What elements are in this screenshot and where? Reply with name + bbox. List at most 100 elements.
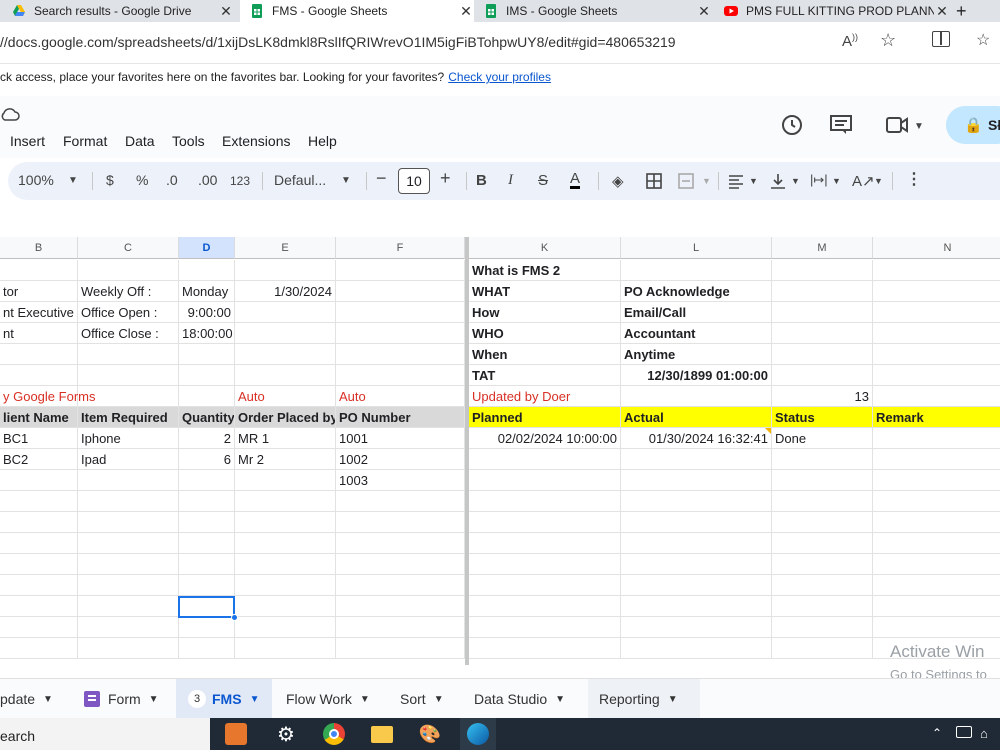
grid-cell[interactable] <box>873 260 1000 281</box>
grid-cell[interactable] <box>235 470 336 491</box>
grid-cell[interactable] <box>772 281 873 302</box>
grid-cell[interactable] <box>0 260 78 281</box>
number-format-button[interactable]: 123 <box>230 174 250 188</box>
taskbar-search[interactable]: earch <box>0 718 210 750</box>
cell-l5[interactable]: Anytime <box>621 344 772 365</box>
grid-cell[interactable] <box>873 512 1000 533</box>
cell-qty[interactable]: 2 <box>179 428 235 449</box>
grid-cell[interactable] <box>469 554 621 575</box>
grid-cell[interactable] <box>179 617 235 638</box>
new-tab-button[interactable]: + <box>956 0 980 22</box>
grid-cell[interactable] <box>772 617 873 638</box>
cell-b7[interactable]: y Google Forms <box>0 386 179 407</box>
grid-cell[interactable] <box>78 260 179 281</box>
menu-data[interactable]: Data <box>125 133 155 149</box>
cell-item[interactable]: Ipad <box>78 449 179 470</box>
column-header-b[interactable]: B <box>0 237 78 259</box>
text-wrapping-icon[interactable]: |↦| <box>810 172 828 188</box>
header-order-placed-by[interactable]: Order Placed by <box>235 407 336 428</box>
chevron-down-icon[interactable]: ▼ <box>68 175 78 186</box>
grid-cell[interactable] <box>621 617 772 638</box>
increase-font-size-button[interactable]: + <box>440 168 451 189</box>
cell-k7[interactable]: Updated by Doer <box>469 386 621 407</box>
cell-c3[interactable]: Office Open : <box>78 302 179 323</box>
grid-cell[interactable] <box>78 344 179 365</box>
grid-cell[interactable] <box>621 575 772 596</box>
grid-cell[interactable] <box>336 596 465 617</box>
grid-cell[interactable] <box>179 344 235 365</box>
comments-icon[interactable] <box>830 115 852 135</box>
header-planned[interactable]: Planned <box>469 407 621 428</box>
chevron-down-icon[interactable]: ▼ <box>250 694 260 705</box>
grid-cell[interactable] <box>336 323 465 344</box>
cell-b4[interactable]: nt <box>0 323 78 344</box>
grid-cell[interactable] <box>469 638 621 659</box>
grid-cell[interactable] <box>772 302 873 323</box>
grid-cell[interactable] <box>0 344 78 365</box>
header-actual[interactable]: Actual <box>621 407 772 428</box>
close-icon[interactable]: ✕ <box>218 3 234 20</box>
grid-cell[interactable] <box>235 365 336 386</box>
grid-cell[interactable] <box>235 575 336 596</box>
grid-cell[interactable] <box>469 596 621 617</box>
grid-cell[interactable] <box>873 554 1000 575</box>
grid-cell[interactable] <box>469 491 621 512</box>
grid-cell[interactable] <box>179 491 235 512</box>
sheet-tab-fms[interactable]: 3 FMS ▼ <box>176 679 272 719</box>
chevron-down-icon[interactable]: ▼ <box>149 694 159 705</box>
file-explorer-icon[interactable] <box>364 718 400 750</box>
grid-cell[interactable] <box>336 365 465 386</box>
italic-button[interactable]: I <box>508 172 513 189</box>
zoom-select[interactable]: 100% <box>18 172 54 188</box>
grid-cell[interactable] <box>179 638 235 659</box>
cell-k6[interactable]: TAT <box>469 365 621 386</box>
grid-cell[interactable] <box>0 365 78 386</box>
increase-decimal-button[interactable]: .00 <box>198 172 217 188</box>
menu-tools[interactable]: Tools <box>172 133 205 149</box>
font-family-select[interactable]: Defaul... <box>274 172 326 188</box>
grid-cell[interactable] <box>772 470 873 491</box>
grid-cell[interactable] <box>78 638 179 659</box>
cell-c4[interactable]: Office Close : <box>78 323 179 344</box>
grid-cell[interactable] <box>235 323 336 344</box>
grid-cell[interactable] <box>179 365 235 386</box>
chrome-icon[interactable] <box>316 718 352 750</box>
menu-format[interactable]: Format <box>63 133 107 149</box>
column-header-n[interactable]: N <box>873 237 1000 259</box>
decrease-decimal-button[interactable]: .0 <box>166 172 178 188</box>
close-icon[interactable]: ✕ <box>458 3 474 20</box>
edge-icon[interactable] <box>460 718 496 750</box>
grid-cell[interactable] <box>78 512 179 533</box>
grid-cell[interactable] <box>873 386 1000 407</box>
sheet-tab-update[interactable]: pdate ▼ <box>0 679 70 719</box>
browser-tab-drive[interactable]: Search results - Google Drive ✕ <box>8 0 234 22</box>
cell-d3[interactable]: 9:00:00 <box>179 302 235 323</box>
chevron-down-icon[interactable]: ▼ <box>702 176 711 186</box>
grid-cell[interactable] <box>0 470 78 491</box>
cell-actual[interactable]: 01/30/2024 16:32:41 <box>621 428 772 449</box>
cell-po[interactable]: 1002 <box>336 449 465 470</box>
grid-cell[interactable] <box>78 365 179 386</box>
grid-cell[interactable] <box>78 533 179 554</box>
cell-l3[interactable]: Email/Call <box>621 302 772 323</box>
grid-cell[interactable] <box>78 575 179 596</box>
selected-cell[interactable] <box>178 596 235 618</box>
grid-cell[interactable] <box>179 575 235 596</box>
cell-status[interactable]: Done <box>772 428 873 449</box>
grid-cell[interactable] <box>336 302 465 323</box>
grid-cell[interactable] <box>873 470 1000 491</box>
frozen-column-divider[interactable] <box>465 237 469 665</box>
menu-extensions[interactable]: Extensions <box>222 133 290 149</box>
font-size-input[interactable]: 10 <box>398 168 430 194</box>
grid-cell[interactable] <box>621 554 772 575</box>
cell-e2[interactable]: 1/30/2024 <box>235 281 336 302</box>
read-aloud-icon[interactable]: A)) <box>842 32 858 50</box>
chevron-down-icon[interactable]: ▼ <box>914 121 924 132</box>
sheet-tab-data-studio[interactable]: Data Studio ▼ <box>474 679 582 719</box>
grid-cell[interactable] <box>873 533 1000 554</box>
grid-cell[interactable] <box>0 554 78 575</box>
grid-cell[interactable] <box>235 533 336 554</box>
percent-format-button[interactable]: % <box>136 172 148 188</box>
column-header-c[interactable]: C <box>78 237 179 259</box>
fill-handle[interactable] <box>231 614 238 621</box>
